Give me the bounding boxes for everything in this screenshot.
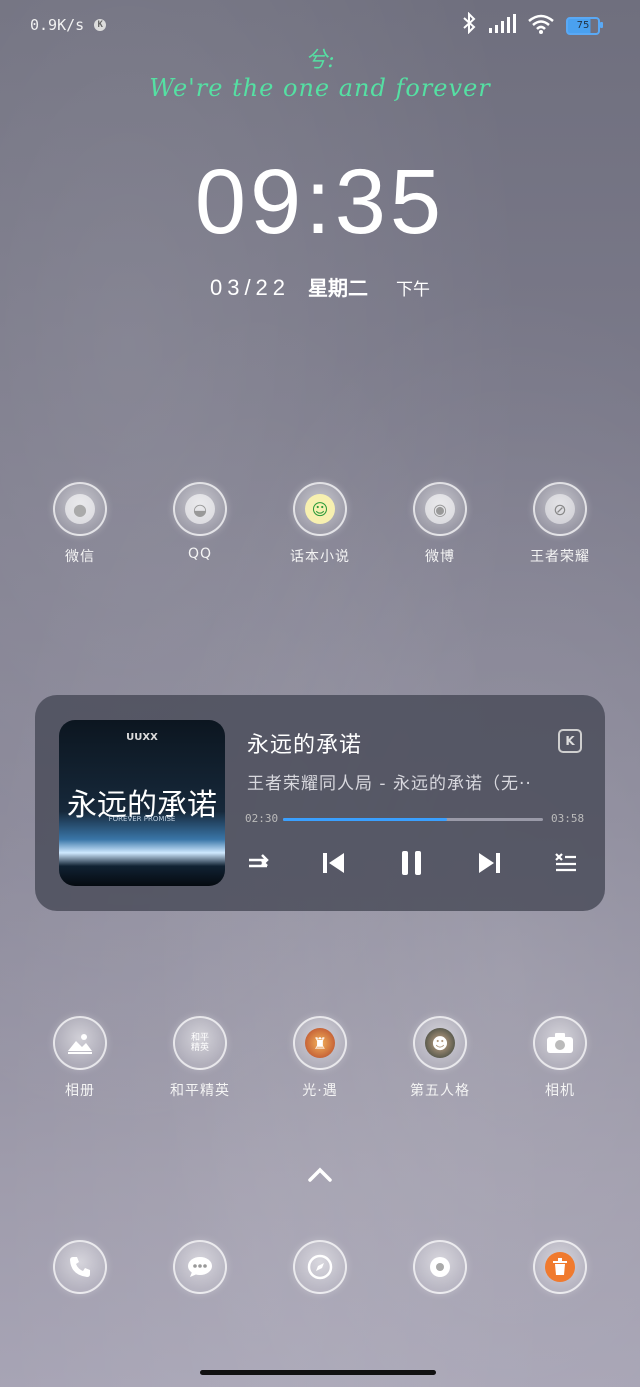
messages-icon xyxy=(173,1240,227,1294)
playlist-button[interactable] xyxy=(546,850,586,880)
song-artist: 王者荣耀同人局 - 永远的承诺（无·· xyxy=(247,774,532,794)
app-weibo[interactable]: ◉ 微博 xyxy=(380,482,500,566)
previous-button[interactable] xyxy=(314,850,354,880)
peace-elite-icon-text: 和平 精英 xyxy=(190,1033,209,1053)
bluetooth-icon xyxy=(462,11,476,39)
app-label: 微博 xyxy=(425,549,455,565)
app-label: 第五人格 xyxy=(410,1083,470,1099)
app-label: 微信 xyxy=(65,549,95,565)
pause-icon xyxy=(400,850,424,880)
app-honor-of-kings[interactable]: ⊘ 王者荣耀 xyxy=(500,482,620,566)
compass-icon xyxy=(293,1240,347,1294)
weibo-icon: ◉ xyxy=(413,482,467,536)
pause-button[interactable] xyxy=(392,850,432,880)
app-label: 相机 xyxy=(545,1083,575,1099)
am-pm: 下午 xyxy=(396,280,431,300)
sky-icon: ♜ xyxy=(293,1016,347,1070)
peace-elite-icon: 和平 精英 xyxy=(173,1016,227,1070)
wechat-icon: ● xyxy=(53,482,107,536)
wifi-icon xyxy=(528,14,554,38)
album-cover[interactable]: UUXX 永远的承诺 FOREVER PROMISE xyxy=(59,720,225,886)
song-title: 永远的承诺 xyxy=(247,733,363,758)
skip-forward-icon xyxy=(477,852,501,878)
net-speed: 0.9K/s xyxy=(30,16,85,34)
identity-v-icon: ☻ xyxy=(413,1016,467,1070)
app-sky[interactable]: ♜ 光·遇 xyxy=(260,1016,380,1100)
gallery-icon xyxy=(53,1016,107,1070)
music-widget[interactable]: UUXX 永远的承诺 FOREVER PROMISE 永远的承诺 K 王者荣耀同… xyxy=(35,695,605,911)
app-gallery[interactable]: 相册 xyxy=(20,1016,140,1100)
skip-back-icon xyxy=(322,852,346,878)
dock-phone[interactable] xyxy=(20,1240,140,1294)
date-row: 03/22 星期二 下午 xyxy=(0,272,640,301)
app-identity-v[interactable]: ☻ 第五人格 xyxy=(380,1016,500,1100)
settings-icon xyxy=(413,1240,467,1294)
weekday: 星期二 xyxy=(308,276,369,300)
progress-fill xyxy=(283,818,447,821)
playlist-icon xyxy=(554,852,578,878)
home-indicator[interactable] xyxy=(200,1370,436,1375)
total-time: 03:58 xyxy=(551,812,585,825)
app-label: QQ xyxy=(187,546,213,562)
dock-cleaner[interactable] xyxy=(500,1240,620,1294)
battery-level: 75 xyxy=(576,20,590,31)
app-label: 王者荣耀 xyxy=(530,549,590,565)
cover-tag: UUXX xyxy=(126,732,158,743)
phone-icon xyxy=(53,1240,107,1294)
app-label: 光·遇 xyxy=(302,1083,338,1099)
app-camera[interactable]: 相机 xyxy=(500,1016,620,1100)
cover-subtitle: FOREVER PROMISE xyxy=(108,815,176,823)
app-k-icon[interactable]: K xyxy=(558,729,582,753)
date: 03/22 xyxy=(209,275,291,300)
clock-time[interactable]: 09:35 xyxy=(0,150,640,255)
huaben-icon: ☺ xyxy=(293,482,347,536)
app-wechat[interactable]: ● 微信 xyxy=(20,482,140,566)
k-icon: K xyxy=(94,19,107,31)
quote-text: We're the one and forever xyxy=(149,74,491,102)
honor-of-kings-icon: ⊘ xyxy=(533,482,587,536)
battery-icon: 75 xyxy=(566,16,603,35)
status-bar-left: 0.9K/s K xyxy=(30,16,107,34)
cleaner-icon xyxy=(533,1240,587,1294)
current-time: 02:30 xyxy=(245,812,279,825)
qq-icon: ◒ xyxy=(173,482,227,536)
app-huaben[interactable]: ☺ 话本小说 xyxy=(260,482,380,566)
app-label: 和平精英 xyxy=(170,1083,230,1099)
shuffle-button[interactable] xyxy=(239,850,279,880)
app-peace-elite[interactable]: 和平 精英 和平精英 xyxy=(140,1016,260,1100)
dock-browser[interactable] xyxy=(260,1240,380,1294)
app-qq[interactable]: ◒ QQ xyxy=(140,482,260,562)
app-label: 相册 xyxy=(65,1083,95,1099)
dock-settings[interactable] xyxy=(380,1240,500,1294)
quote-heading: 兮: xyxy=(305,48,335,73)
status-bar-right: 75 xyxy=(462,11,603,39)
app-label: 话本小说 xyxy=(290,549,350,565)
signal-icon xyxy=(488,13,516,38)
dock-messages[interactable] xyxy=(140,1240,260,1294)
shuffle-icon xyxy=(247,853,271,877)
app-drawer-chevron-icon[interactable] xyxy=(305,1160,335,1190)
camera-icon xyxy=(533,1016,587,1070)
next-button[interactable] xyxy=(469,850,509,880)
